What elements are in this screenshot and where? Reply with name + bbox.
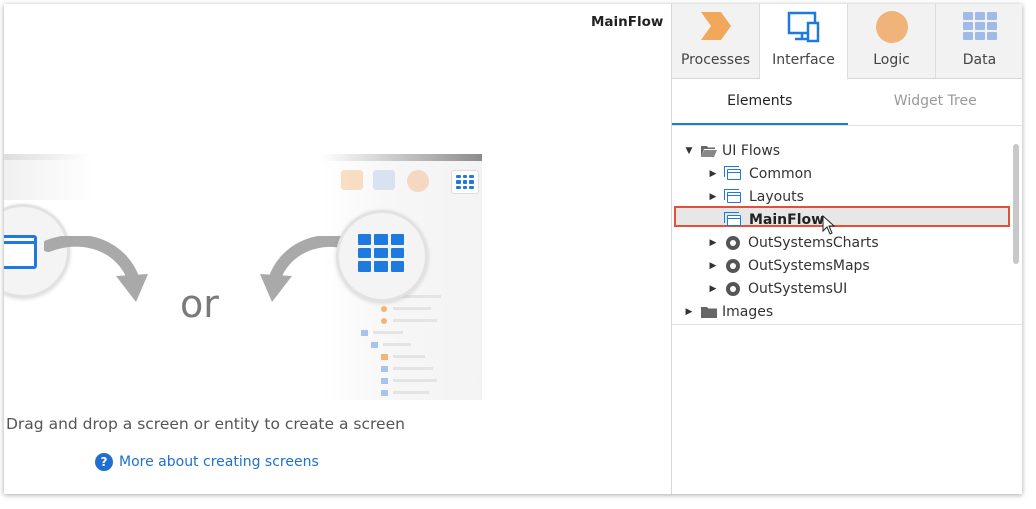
module-icon [724,259,744,273]
mock-topbar [321,154,482,161]
expand-caret-icon[interactable]: ▶ [708,261,718,271]
tree-node-layouts[interactable]: ▶ Layouts [708,186,804,208]
expand-caret-icon[interactable]: ▶ [708,192,718,202]
mock-tree-line [393,355,425,358]
mock-processes-tab [341,170,363,190]
data-icon [962,12,997,40]
mock-tree-line [393,379,437,382]
tab-data-label: Data [962,52,997,68]
ui-flow-icon [724,211,745,229]
mock-tree-line [373,331,403,334]
elements-panel: Processes Interface Logic Data Elements … [671,4,1022,494]
tree-node-label: Layouts [749,189,804,205]
expand-caret-icon[interactable]: ▼ [684,146,694,156]
app-frame: MainFlow or Drag and drop a screen or en… [4,4,1022,494]
tab-logic-label: Logic [873,52,910,68]
tab-processes-label: Processes [680,52,750,68]
tree-node-label: OutSystemsCharts [748,235,879,251]
mock-tree-square [381,354,388,360]
mock-tabs [331,170,482,194]
mock-tree-line [393,307,431,310]
module-icon [724,236,744,250]
tree-node-outsystemsmaps[interactable]: ▶ OutSystemsMaps [708,255,870,277]
mock-tree-line [383,343,411,346]
tree-node-ui-flows[interactable]: ▼ UI Flows [684,140,781,162]
mock-interface-tab [373,170,395,190]
entity-circle [336,210,428,302]
tree-node-outsystemsui[interactable]: ▶ OutSystemsUI [708,278,848,300]
panel-subtabs: Elements Widget Tree [672,79,1022,126]
tab-logic[interactable]: Logic [848,4,936,78]
mock-tree-square [381,378,388,384]
logic-icon [875,11,908,43]
tab-elements[interactable]: Elements [672,79,848,125]
or-label: or [180,282,219,326]
tree-node-label: MainFlow [749,212,825,228]
screen-canvas[interactable]: MainFlow or Drag and drop a screen or en… [4,4,671,494]
illustration-screen-bar [4,154,94,160]
mock-tree-line [393,367,433,370]
expand-caret-icon[interactable]: ▶ [708,284,718,294]
help-icon: ? [95,453,113,471]
mock-tree-dot [381,318,387,324]
tree-node-common[interactable]: ▶ Common [708,163,812,185]
panel-divider [672,324,1022,325]
interface-icon [787,11,819,43]
arrow-right-icon [44,236,148,302]
screen-icon [4,235,37,269]
mock-logic-tab [407,170,429,192]
ui-flow-icon [724,165,745,183]
tree-node-outsystemscharts[interactable]: ▶ OutSystemsCharts [708,232,879,254]
tree-node-images[interactable]: ▶ Images [684,301,774,323]
tab-widget-tree[interactable]: Widget Tree [848,79,1023,125]
tab-interface[interactable]: Interface [760,4,848,80]
mock-data-tab [451,170,479,194]
expand-caret-icon[interactable]: ▶ [708,169,718,179]
folder-icon [700,305,718,319]
drag-drop-hint: Drag and drop a screen or entity to crea… [6,415,405,433]
folder-open-icon [700,144,718,158]
more-about-screens-link[interactable]: ? More about creating screens [95,453,319,471]
tab-interface-label: Interface [772,52,835,68]
tree-node-label: OutSystemsMaps [748,258,870,274]
mouse-pointer-icon [822,215,836,235]
mock-tree-square [381,366,388,372]
tree-node-mainflow[interactable]: MainFlow [708,209,824,231]
layer-tabs: Processes Interface Logic Data [672,4,1022,80]
mock-tree-line [393,391,429,394]
flow-title: MainFlow [591,14,664,30]
tree-scrollbar[interactable] [1013,144,1019,264]
mock-tree-square [371,342,378,348]
mock-data-icon [456,175,474,189]
illustration-screen-mock [4,154,94,200]
tab-data[interactable]: Data [936,4,1022,78]
mock-tree-square [381,390,388,396]
mock-tree-line [393,319,437,322]
tree-node-label: OutSystemsUI [748,281,848,297]
help-link-label: More about creating screens [119,454,319,470]
expand-caret-icon[interactable]: ▶ [684,307,694,317]
tree-node-label: Common [749,166,813,182]
tree-node-label: UI Flows [722,143,781,159]
ui-flow-icon [724,188,745,206]
tab-processes[interactable]: Processes [672,4,760,78]
processes-icon [700,12,731,40]
entity-grid-icon [358,234,404,272]
tree-node-label: Images [722,304,774,320]
mock-tree-square [361,330,368,336]
mock-tree-dot [381,306,387,312]
module-icon [724,282,744,296]
expand-caret-icon[interactable]: ▶ [708,238,718,248]
